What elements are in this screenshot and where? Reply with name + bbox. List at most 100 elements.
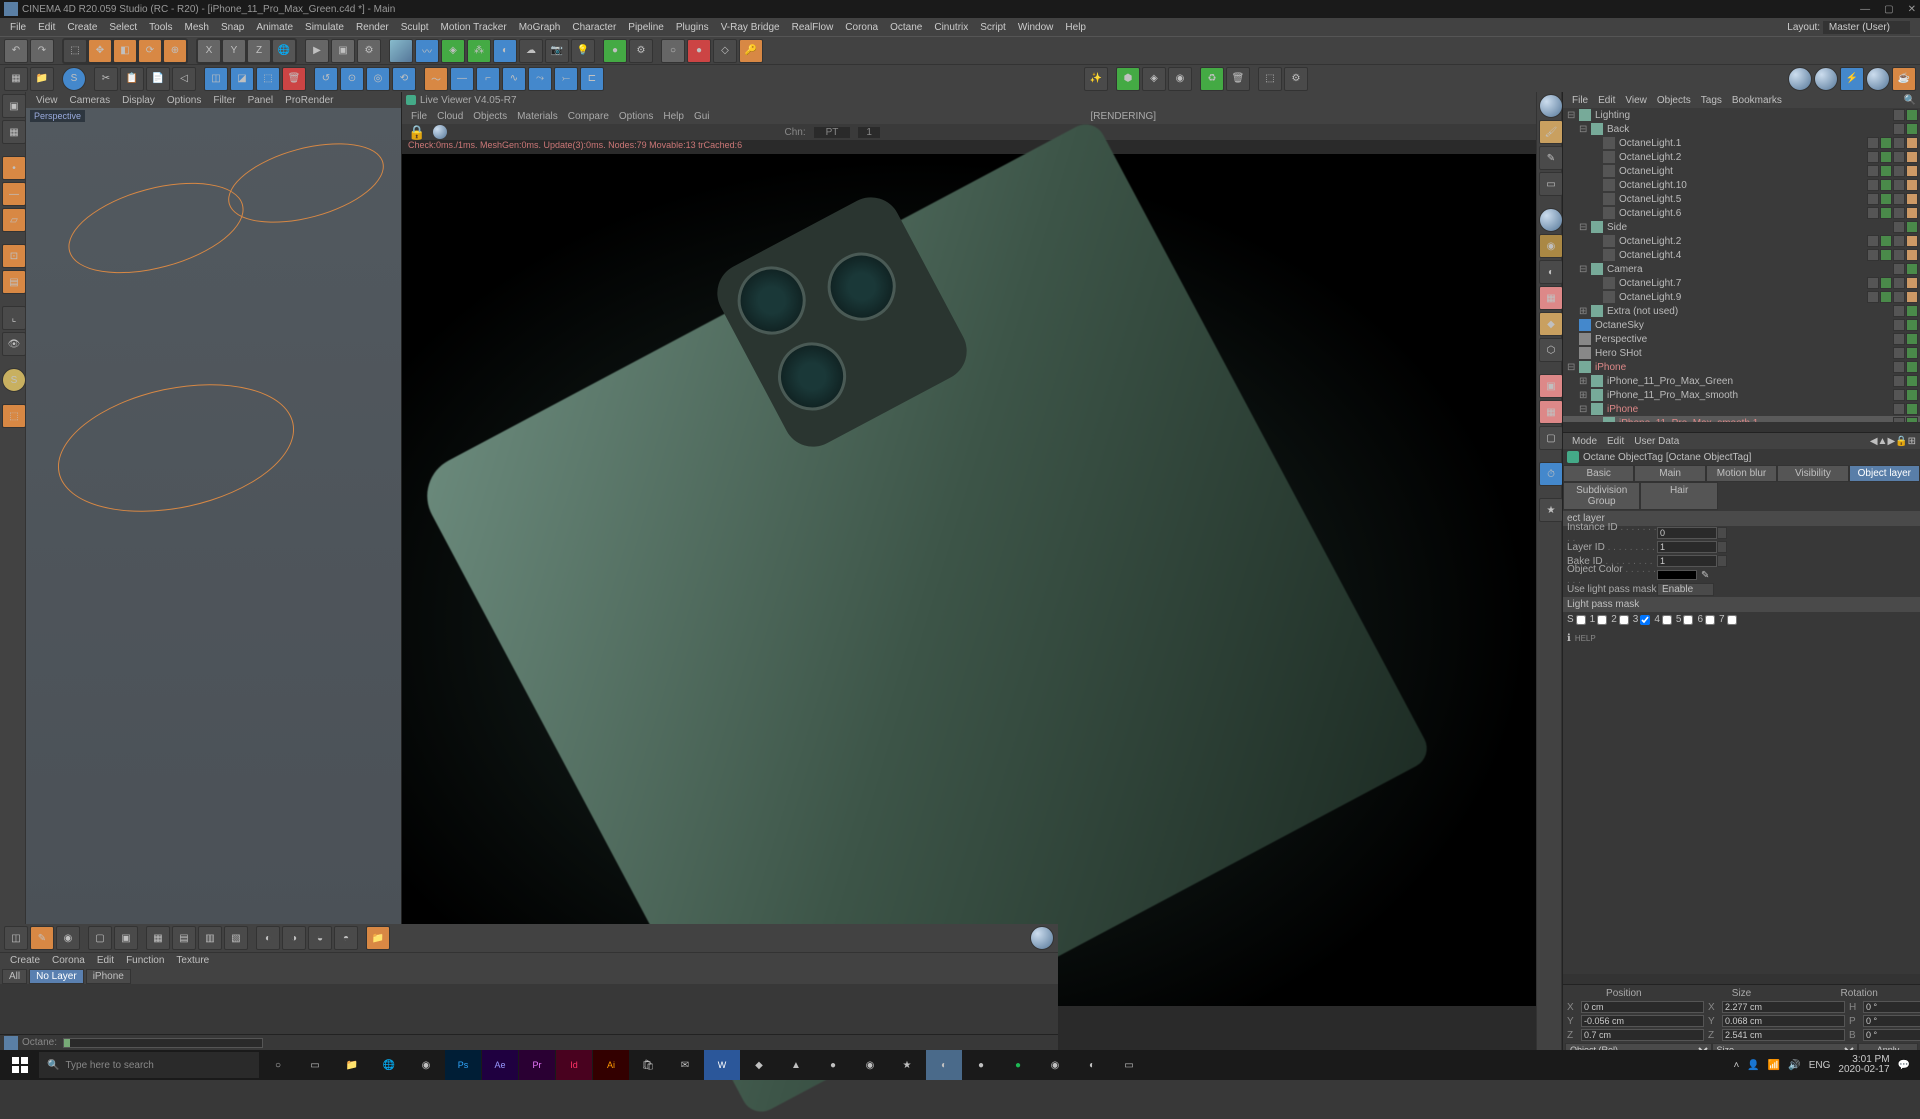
octane-tag[interactable] [1906, 165, 1918, 177]
filter-all[interactable]: All [2, 969, 27, 984]
octane-tag[interactable] [1906, 151, 1918, 163]
deformer-button[interactable]: ◐ [493, 39, 517, 63]
vp-menu-cameras[interactable]: Cameras [64, 95, 117, 106]
texture-mode-button[interactable]: ▦ [2, 120, 26, 144]
menu-select[interactable]: Select [103, 22, 143, 33]
rt-timer-button[interactable]: ⏱ [1539, 462, 1563, 486]
point-mode-button[interactable]: • [2, 156, 26, 180]
tree-row[interactable]: ⊟iPhone [1563, 402, 1920, 416]
child-button[interactable]: ◪ [230, 67, 254, 91]
light-button[interactable]: 💡 [571, 39, 595, 63]
autokey-button[interactable]: 🔑 [739, 39, 763, 63]
render-tag[interactable] [1880, 137, 1892, 149]
rt-mat5-button[interactable]: ◆ [1539, 312, 1563, 336]
mat-preview3-button[interactable]: ◒ [308, 926, 332, 950]
snap-toggle[interactable]: S [62, 67, 86, 91]
materials-area[interactable] [0, 984, 1058, 1034]
app9-icon[interactable]: ▭ [1111, 1050, 1147, 1080]
vp-menu-panel[interactable]: Panel [242, 95, 280, 106]
tab-motionblur[interactable]: Motion blur [1706, 465, 1777, 482]
tree-row[interactable]: OctaneLight.6 [1563, 206, 1920, 220]
app8-icon[interactable]: ◐ [1074, 1050, 1110, 1080]
lv-menu-objects[interactable]: Objects [468, 111, 512, 122]
vis-tag[interactable] [1893, 305, 1905, 317]
rot-input[interactable] [1863, 1015, 1920, 1027]
menu-mograph[interactable]: MoGraph [513, 22, 567, 33]
c4d-icon[interactable]: ◐ [926, 1050, 962, 1080]
render-tag[interactable] [1880, 165, 1892, 177]
vis-tag[interactable] [1893, 389, 1905, 401]
misc-b-button[interactable]: ⚙ [1284, 67, 1308, 91]
render-tag[interactable] [1906, 375, 1918, 387]
render-tag[interactable] [1906, 263, 1918, 275]
menu-vray[interactable]: V-Ray Bridge [715, 22, 786, 33]
mat-menu-edit[interactable]: Edit [91, 955, 120, 966]
vis-tag[interactable] [1867, 179, 1879, 191]
poly-mode-button[interactable]: ▱ [2, 208, 26, 232]
primitive-cube-button[interactable] [389, 39, 413, 63]
render-pv-button[interactable]: ▣ [331, 39, 355, 63]
model-mode-button[interactable]: ▣ [2, 94, 26, 118]
start-button[interactable] [2, 1050, 38, 1080]
aftereffects-icon[interactable]: Ae [482, 1050, 518, 1080]
expand-toggle[interactable]: ⊟ [1567, 362, 1577, 373]
array-button[interactable]: ⁂ [467, 39, 491, 63]
vis-tag[interactable] [1893, 333, 1905, 345]
mail-icon[interactable]: ✉ [667, 1050, 703, 1080]
render-tag[interactable] [1880, 207, 1892, 219]
photoshop-icon[interactable]: Ps [445, 1050, 481, 1080]
check-4[interactable] [1662, 615, 1672, 625]
mat-menu-texture[interactable]: Texture [170, 955, 215, 966]
app6-icon[interactable]: ● [963, 1050, 999, 1080]
vis-tag[interactable] [1893, 375, 1905, 387]
rt-mat3-button[interactable]: ◐ [1539, 260, 1563, 284]
lock-icon[interactable]: 🔒 [1895, 436, 1907, 447]
chn-mode[interactable]: PT [814, 127, 851, 138]
instance-id-input[interactable] [1657, 527, 1717, 539]
search-icon[interactable]: 🔍 [1904, 95, 1916, 106]
tray-wifi-icon[interactable]: 📶 [1768, 1060, 1780, 1071]
tree-row[interactable]: ⊟iPhone [1563, 360, 1920, 374]
tray-sound-icon[interactable]: 🔊 [1788, 1060, 1800, 1071]
mat-sphere-button[interactable] [1030, 926, 1054, 950]
spotify-icon[interactable]: ● [1000, 1050, 1036, 1080]
rt-mat1-button[interactable] [1539, 208, 1563, 232]
octane-tag[interactable] [1906, 207, 1918, 219]
mat-tex4-button[interactable]: ▧ [224, 926, 248, 950]
parent-button[interactable]: ◫ [204, 67, 228, 91]
menu-file[interactable]: File [4, 22, 32, 33]
tree-row[interactable]: OctaneLight.5 [1563, 192, 1920, 206]
check-6[interactable] [1705, 615, 1715, 625]
tree-row[interactable]: ⊞iPhone_11_Pro_Max_smooth [1563, 388, 1920, 402]
vp-menu-display[interactable]: Display [116, 95, 161, 106]
object-tree[interactable]: ⊟Lighting⊟BackOctaneLight.1OctaneLight.2… [1563, 108, 1920, 422]
close-icon[interactable]: ✕ [1908, 4, 1916, 15]
mat-tex3-button[interactable]: ▥ [198, 926, 222, 950]
expand-toggle[interactable]: ⊟ [1579, 124, 1589, 135]
new-tab-icon[interactable]: ⊞ [1908, 436, 1916, 447]
mat-new-button[interactable]: ◫ [4, 926, 28, 950]
tree-row[interactable]: OctaneLight [1563, 164, 1920, 178]
rt-eraser-button[interactable]: ▭ [1539, 172, 1563, 196]
om-menu-file[interactable]: File [1567, 95, 1593, 106]
pos-input[interactable] [1581, 1029, 1704, 1041]
trash-button[interactable]: 🗑 [1226, 67, 1250, 91]
tree-row[interactable]: ⊟Camera [1563, 262, 1920, 276]
explorer-icon[interactable]: 📁 [334, 1050, 370, 1080]
menu-create[interactable]: Create [61, 22, 103, 33]
mat-func2-button[interactable]: ▣ [114, 926, 138, 950]
spline-int-button[interactable]: ∿ [502, 67, 526, 91]
spinner-icon[interactable] [1717, 555, 1727, 567]
octane-tag[interactable] [1906, 179, 1918, 191]
vis-tag[interactable] [1893, 123, 1905, 135]
uv-point-button[interactable]: ⊡ [2, 244, 26, 268]
tab-subdiv[interactable]: Subdivision Group [1563, 482, 1640, 510]
menu-script[interactable]: Script [974, 22, 1012, 33]
mat-b-button[interactable] [1814, 67, 1838, 91]
mat-func1-button[interactable]: ▢ [88, 926, 112, 950]
indesign-icon[interactable]: Id [556, 1050, 592, 1080]
vp-menu-filter[interactable]: Filter [207, 95, 241, 106]
octane-tag[interactable] [1906, 277, 1918, 289]
am-scrollbar[interactable] [1563, 974, 1920, 984]
copy-button[interactable]: 📋 [120, 67, 144, 91]
